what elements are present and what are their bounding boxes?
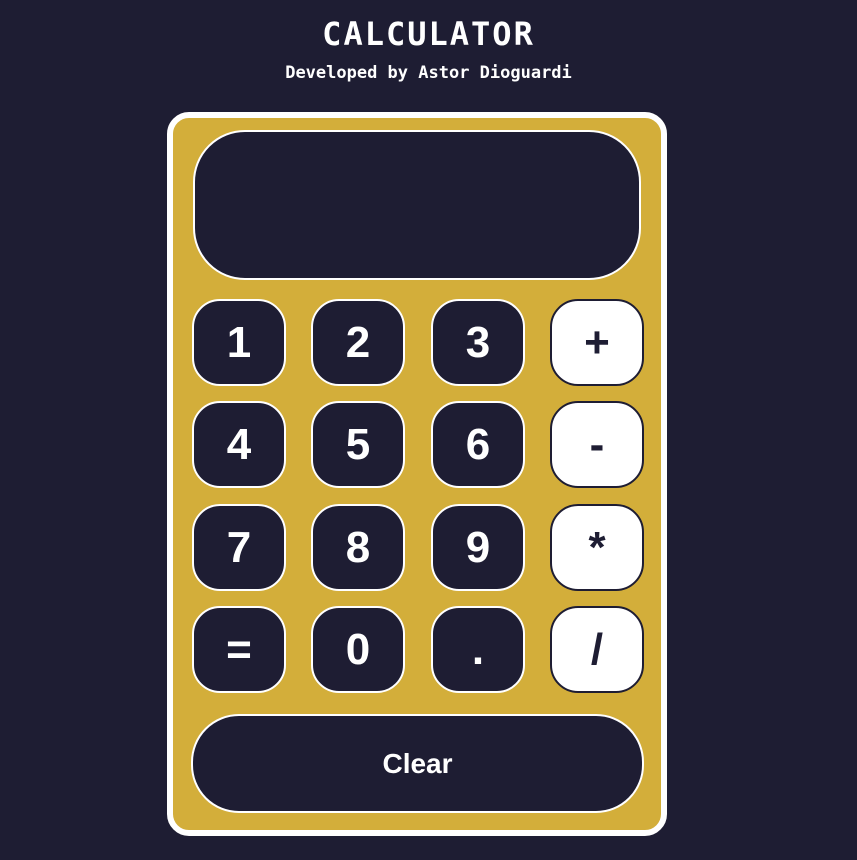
key-1[interactable]: 1 [192, 299, 286, 386]
key-0[interactable]: 0 [311, 606, 405, 693]
key-5[interactable]: 5 [311, 401, 405, 488]
key-minus[interactable]: - [550, 401, 644, 488]
calculator-body: 1 2 3 + 4 5 6 - 7 8 9 * = 0 . / Clear [167, 112, 667, 836]
key-equals[interactable]: = [192, 606, 286, 693]
clear-button[interactable]: Clear [191, 714, 644, 813]
key-9[interactable]: 9 [431, 504, 525, 591]
app-title: CALCULATOR [322, 15, 535, 53]
key-decimal[interactable]: . [431, 606, 525, 693]
key-2[interactable]: 2 [311, 299, 405, 386]
key-3[interactable]: 3 [431, 299, 525, 386]
key-8[interactable]: 8 [311, 504, 405, 591]
key-6[interactable]: 6 [431, 401, 525, 488]
key-divide[interactable]: / [550, 606, 644, 693]
app-subtitle: Developed by Astor Dioguardi [285, 63, 572, 83]
key-7[interactable]: 7 [192, 504, 286, 591]
calculator-display [193, 130, 641, 280]
key-multiply[interactable]: * [550, 504, 644, 591]
key-4[interactable]: 4 [192, 401, 286, 488]
key-plus[interactable]: + [550, 299, 644, 386]
